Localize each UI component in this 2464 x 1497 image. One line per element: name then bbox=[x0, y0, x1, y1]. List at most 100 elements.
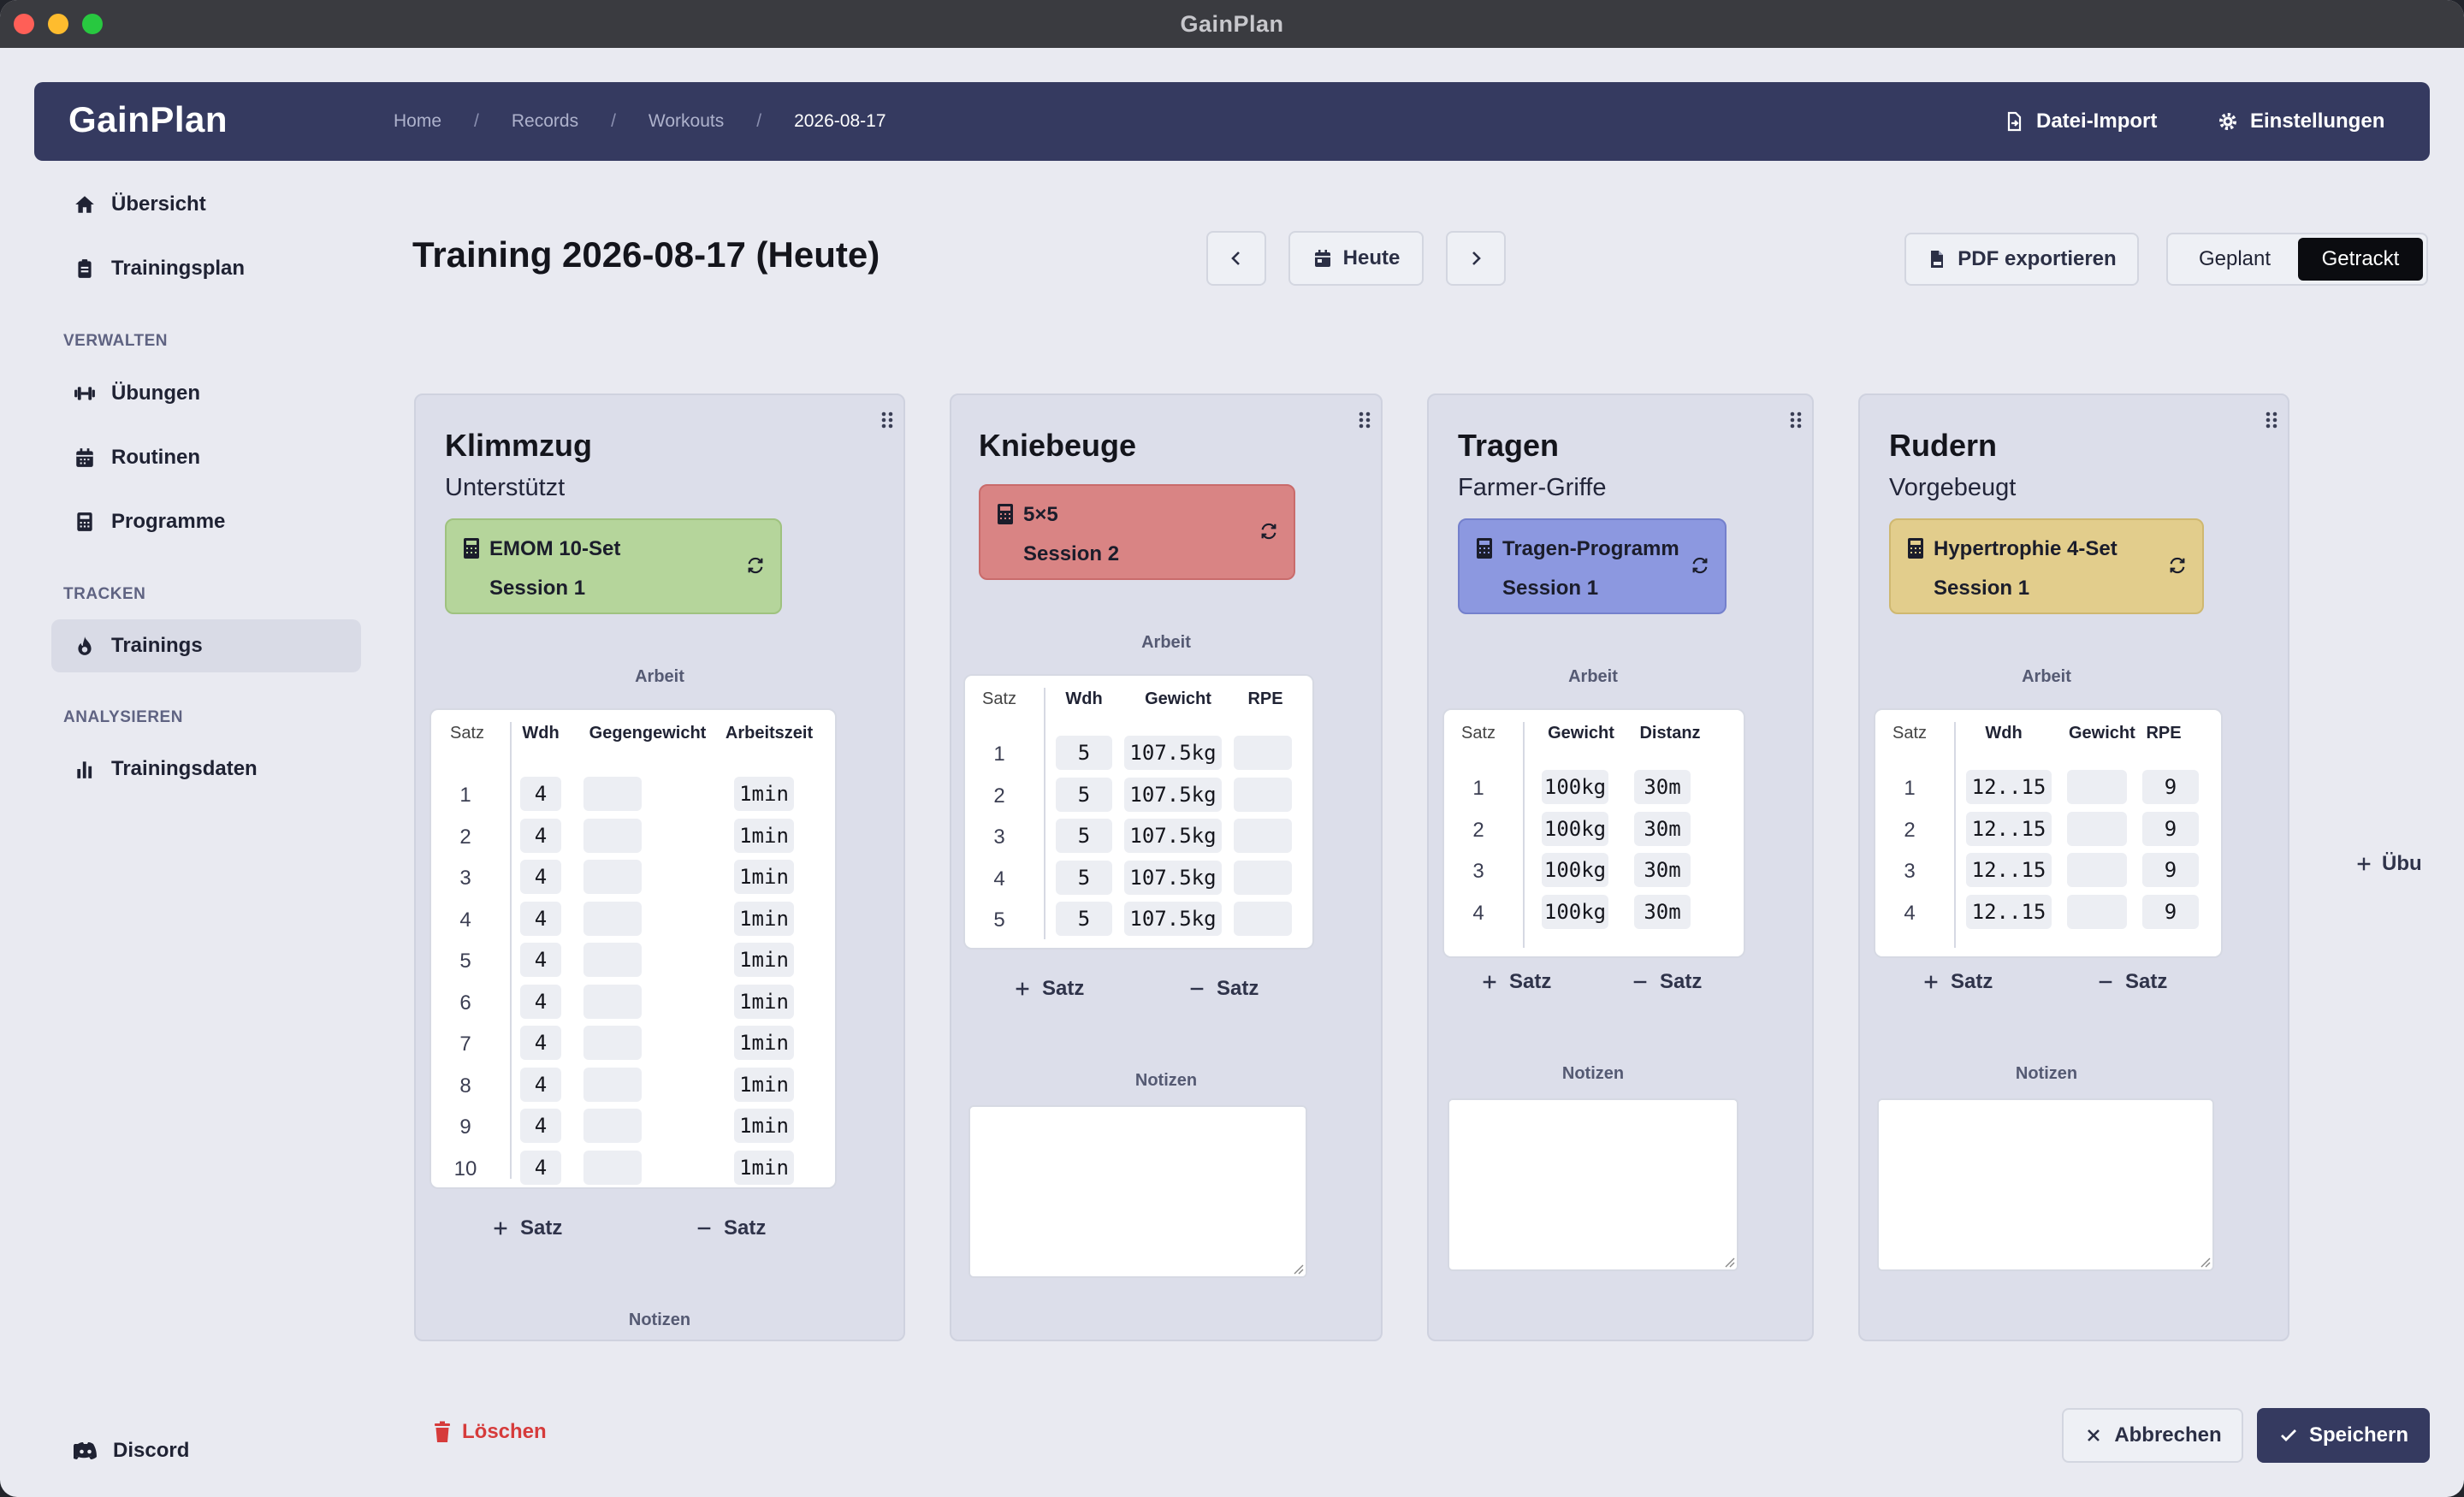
drag-handle-icon[interactable] bbox=[1357, 411, 1372, 429]
add-set-button[interactable]: Satz bbox=[1013, 977, 1084, 1001]
resize-handle-icon[interactable] bbox=[1723, 1256, 1735, 1268]
weight-field[interactable] bbox=[2067, 894, 2127, 929]
mode-planned-option[interactable]: Geplant bbox=[2171, 238, 2298, 281]
breadcrumb-records[interactable]: Records bbox=[512, 111, 578, 132]
worktime-field[interactable]: 1min bbox=[734, 860, 794, 894]
reps-field[interactable]: 5 bbox=[1056, 736, 1112, 770]
distance-field[interactable]: 30m bbox=[1634, 853, 1691, 887]
previous-day-button[interactable] bbox=[1206, 231, 1266, 286]
notes-textarea[interactable] bbox=[968, 1105, 1307, 1278]
worktime-field[interactable]: 1min bbox=[734, 818, 794, 853]
counterweight-field[interactable] bbox=[583, 777, 642, 811]
settings-button[interactable]: Einstellungen bbox=[2218, 82, 2384, 161]
rpe-field[interactable]: 9 bbox=[2142, 770, 2199, 804]
remove-set-button[interactable]: Satz bbox=[695, 1216, 766, 1240]
sync-icon[interactable] bbox=[2168, 556, 2187, 575]
rpe-field[interactable] bbox=[1234, 777, 1292, 812]
zoom-window-button[interactable] bbox=[82, 14, 103, 34]
mode-tracked-option[interactable]: Getrackt bbox=[2298, 238, 2423, 281]
reps-field[interactable]: 12..15 bbox=[1966, 811, 2052, 846]
sidebar-item-exercises[interactable]: Übungen bbox=[51, 367, 361, 420]
routine-badge[interactable]: Tragen-Programm Session 1 bbox=[1458, 518, 1727, 614]
counterweight-field[interactable] bbox=[583, 860, 642, 894]
rpe-field[interactable] bbox=[1234, 860, 1292, 895]
minimize-window-button[interactable] bbox=[48, 14, 68, 34]
distance-field[interactable]: 30m bbox=[1634, 770, 1691, 804]
sidebar-item-overview[interactable]: Übersicht bbox=[51, 178, 361, 231]
counterweight-field[interactable] bbox=[583, 1026, 642, 1060]
drag-handle-icon[interactable] bbox=[1788, 411, 1804, 429]
sync-icon[interactable] bbox=[1259, 522, 1278, 541]
weight-field[interactable]: 107.5kg bbox=[1124, 902, 1222, 936]
counterweight-field[interactable] bbox=[583, 1109, 642, 1143]
reps-field[interactable]: 5 bbox=[1056, 819, 1112, 853]
file-import-button[interactable]: Datei-Import bbox=[2004, 82, 2157, 161]
pdf-export-button[interactable]: PDF exportieren bbox=[1904, 233, 2139, 286]
worktime-field[interactable]: 1min bbox=[734, 1026, 794, 1060]
sidebar-item-programs[interactable]: Programme bbox=[51, 495, 361, 548]
discord-link[interactable]: Discord bbox=[74, 1439, 189, 1463]
reps-field[interactable]: 4 bbox=[520, 943, 561, 977]
brand-logo[interactable]: GainPlan bbox=[68, 99, 228, 140]
weight-field[interactable] bbox=[2067, 770, 2127, 804]
remove-set-button[interactable]: Satz bbox=[1631, 970, 1702, 994]
rpe-field[interactable]: 9 bbox=[2142, 894, 2199, 929]
resize-handle-icon[interactable] bbox=[1292, 1263, 1304, 1275]
notes-textarea[interactable] bbox=[1448, 1098, 1738, 1271]
weight-field[interactable] bbox=[2067, 811, 2127, 846]
worktime-field[interactable]: 1min bbox=[734, 1067, 794, 1102]
reps-field[interactable]: 4 bbox=[520, 901, 561, 936]
counterweight-field[interactable] bbox=[583, 1067, 642, 1102]
next-day-button[interactable] bbox=[1446, 231, 1506, 286]
routine-badge[interactable]: Hypertrophie 4-Set Session 1 bbox=[1889, 518, 2204, 614]
reps-field[interactable]: 4 bbox=[520, 984, 561, 1019]
add-set-button[interactable]: Satz bbox=[1480, 970, 1551, 994]
cancel-button[interactable]: Abbrechen bbox=[2062, 1408, 2243, 1463]
reps-field[interactable]: 5 bbox=[1056, 902, 1112, 936]
weight-field[interactable]: 107.5kg bbox=[1124, 860, 1222, 895]
counterweight-field[interactable] bbox=[583, 1150, 642, 1185]
reps-field[interactable]: 4 bbox=[520, 1026, 561, 1060]
reps-field[interactable]: 12..15 bbox=[1966, 853, 2052, 887]
weight-field[interactable]: 100kg bbox=[1542, 853, 1608, 887]
notes-textarea[interactable] bbox=[1877, 1098, 2214, 1271]
breadcrumb-workouts[interactable]: Workouts bbox=[649, 111, 724, 132]
weight-field[interactable]: 100kg bbox=[1542, 894, 1608, 929]
rpe-field[interactable]: 9 bbox=[2142, 853, 2199, 887]
sync-icon[interactable] bbox=[746, 556, 765, 575]
close-window-button[interactable] bbox=[14, 14, 34, 34]
reps-field[interactable]: 4 bbox=[520, 860, 561, 894]
sidebar-item-training-data[interactable]: Trainingsdaten bbox=[51, 743, 361, 796]
breadcrumb-home[interactable]: Home bbox=[394, 111, 441, 132]
worktime-field[interactable]: 1min bbox=[734, 984, 794, 1019]
sync-icon[interactable] bbox=[1691, 556, 1709, 575]
weight-field[interactable]: 107.5kg bbox=[1124, 736, 1222, 770]
weight-field[interactable]: 107.5kg bbox=[1124, 777, 1222, 812]
reps-field[interactable]: 4 bbox=[520, 1067, 561, 1102]
reps-field[interactable]: 4 bbox=[520, 1109, 561, 1143]
worktime-field[interactable]: 1min bbox=[734, 901, 794, 936]
weight-field[interactable] bbox=[2067, 853, 2127, 887]
worktime-field[interactable]: 1min bbox=[734, 777, 794, 811]
distance-field[interactable]: 30m bbox=[1634, 894, 1691, 929]
weight-field[interactable]: 100kg bbox=[1542, 770, 1608, 804]
delete-button[interactable]: Löschen bbox=[433, 1420, 547, 1444]
remove-set-button[interactable]: Satz bbox=[1188, 977, 1259, 1001]
rpe-field[interactable] bbox=[1234, 902, 1292, 936]
worktime-field[interactable]: 1min bbox=[734, 1109, 794, 1143]
add-set-button[interactable]: Satz bbox=[1922, 970, 1993, 994]
reps-field[interactable]: 4 bbox=[520, 777, 561, 811]
rpe-field[interactable] bbox=[1234, 819, 1292, 853]
today-button[interactable]: Heute bbox=[1288, 231, 1424, 286]
reps-field[interactable]: 4 bbox=[520, 1150, 561, 1185]
counterweight-field[interactable] bbox=[583, 943, 642, 977]
sidebar-item-routines[interactable]: Routinen bbox=[51, 431, 361, 484]
rpe-field[interactable]: 9 bbox=[2142, 811, 2199, 846]
reps-field[interactable]: 5 bbox=[1056, 777, 1112, 812]
add-exercise-button[interactable]: Übu bbox=[2354, 852, 2422, 876]
counterweight-field[interactable] bbox=[583, 901, 642, 936]
counterweight-field[interactable] bbox=[583, 818, 642, 853]
counterweight-field[interactable] bbox=[583, 984, 642, 1019]
reps-field[interactable]: 12..15 bbox=[1966, 770, 2052, 804]
routine-badge[interactable]: EMOM 10-Set Session 1 bbox=[445, 518, 782, 614]
